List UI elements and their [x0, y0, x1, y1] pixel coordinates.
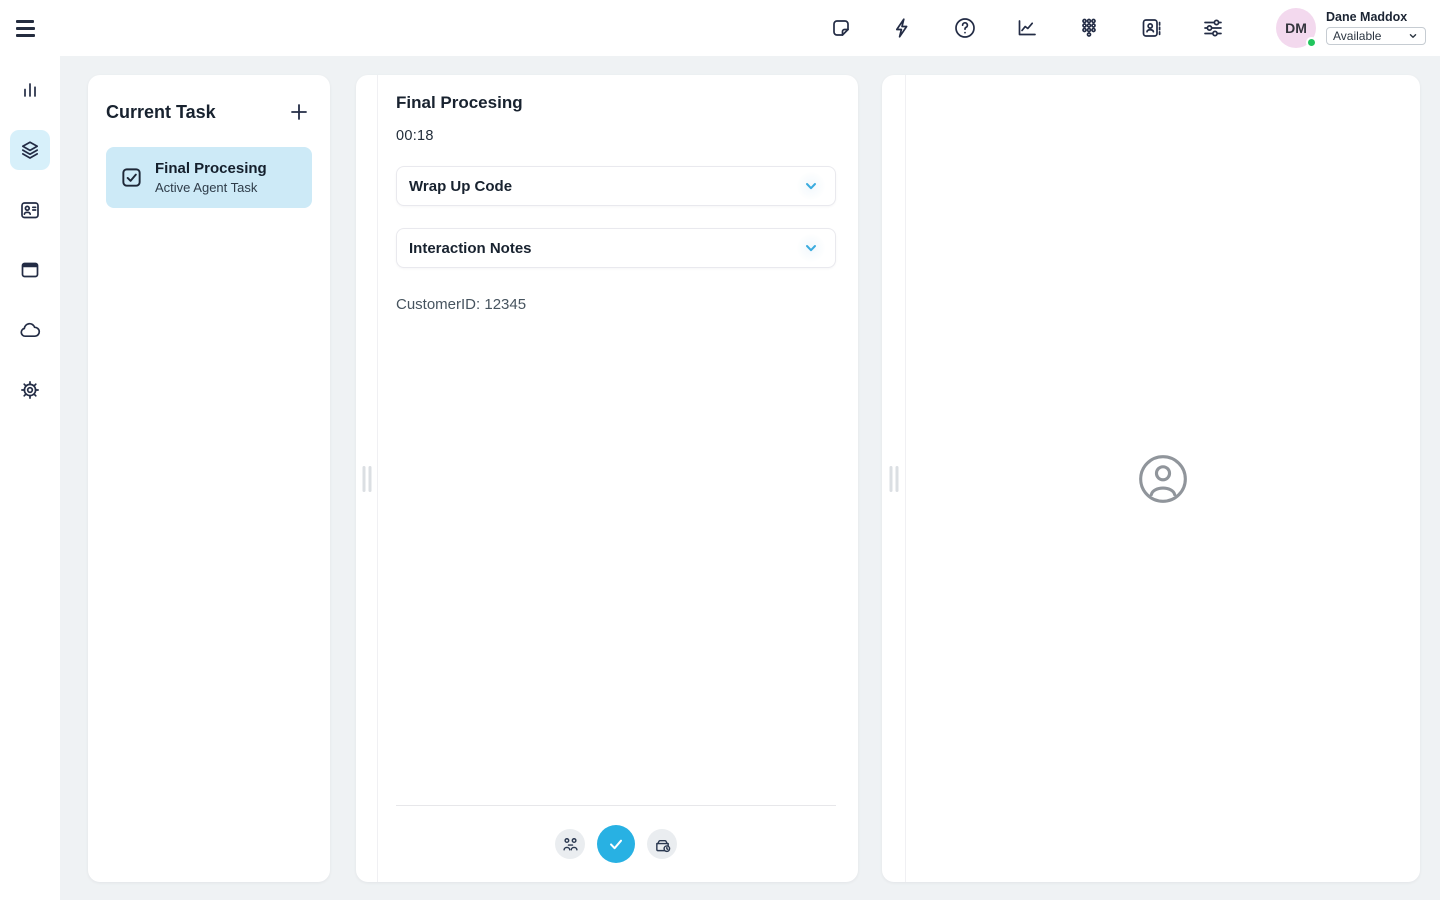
sidebar-item-contacts[interactable] — [10, 190, 50, 230]
layers-icon — [18, 138, 42, 162]
task-item-title: Final Procesing — [155, 160, 267, 177]
dialpad-button[interactable] — [1076, 15, 1102, 41]
contact-card-icon — [18, 198, 42, 222]
wrap-up-code-dropdown[interactable]: Wrap Up Code — [396, 166, 836, 206]
chevron-down-icon — [1407, 30, 1419, 42]
note-button[interactable] — [828, 15, 854, 41]
panel-resize-handle[interactable] — [360, 462, 373, 496]
transfer-people-icon — [562, 836, 579, 853]
sidebar-item-settings[interactable] — [10, 370, 50, 410]
plus-icon — [288, 101, 310, 123]
quick-actions-icon — [891, 16, 915, 40]
cloud-icon — [18, 318, 42, 342]
task-item-subtitle: Active Agent Task — [155, 180, 267, 195]
quick-actions-button[interactable] — [890, 15, 916, 41]
user-circle-icon — [1136, 452, 1190, 506]
status-value: Available — [1333, 29, 1381, 43]
chevron-down-icon[interactable] — [797, 172, 825, 200]
panel-splitter-right — [882, 75, 906, 882]
help-icon — [953, 16, 977, 40]
complete-task-button[interactable] — [597, 825, 635, 863]
dialpad-icon — [1077, 16, 1101, 40]
user-cluster: DM Dane Maddox Available — [1276, 8, 1426, 48]
hamburger-menu-button[interactable] — [16, 11, 50, 45]
preferences-button[interactable] — [1200, 15, 1226, 41]
tasks-panel-title: Current Task — [106, 102, 216, 123]
check-icon — [606, 834, 626, 854]
app-body: Current Task Final Procesing Active Agen… — [0, 56, 1440, 900]
sidebar-item-apps[interactable] — [10, 250, 50, 290]
detail-panel-title: Final Procesing — [396, 93, 836, 113]
bar-chart-icon — [18, 78, 42, 102]
hamburger-icon — [16, 20, 34, 23]
wrap-up-code-label: Wrap Up Code — [409, 178, 512, 195]
status-dot — [1306, 37, 1317, 48]
task-timer: 00:18 — [396, 128, 836, 144]
performance-icon — [1015, 16, 1039, 40]
user-name: Dane Maddox — [1326, 10, 1426, 24]
task-list-item[interactable]: Final Procesing Active Agent Task — [106, 147, 312, 208]
task-actions-footer — [396, 805, 836, 882]
interaction-notes-dropdown[interactable]: Interaction Notes — [396, 228, 836, 268]
transfer-button[interactable] — [555, 829, 585, 859]
panel-splitter-left — [356, 75, 378, 882]
task-detail-panel: Final Procesing 00:18 Wrap Up Code Inter… — [356, 75, 858, 882]
avatar[interactable]: DM — [1276, 8, 1316, 48]
checkbox-checked-icon — [120, 166, 143, 189]
customer-context-panel — [882, 75, 1420, 882]
park-box-icon — [654, 836, 671, 853]
content-area: Current Task Final Procesing Active Agen… — [60, 56, 1440, 900]
left-rail — [0, 56, 60, 900]
contacts-icon — [1139, 16, 1163, 40]
customer-id-field: CustomerID: 12345 — [396, 296, 836, 313]
preferences-icon — [1201, 16, 1225, 40]
current-task-panel: Current Task Final Procesing Active Agen… — [88, 75, 330, 882]
gear-icon — [18, 378, 42, 402]
interaction-notes-label: Interaction Notes — [409, 240, 532, 257]
panel-resize-handle[interactable] — [887, 462, 900, 496]
chevron-down-icon[interactable] — [797, 234, 825, 262]
avatar-initials: DM — [1285, 20, 1307, 36]
sidebar-item-activity[interactable] — [10, 70, 50, 110]
status-dropdown[interactable]: Available — [1326, 27, 1426, 45]
topbar: DM Dane Maddox Available — [0, 0, 1440, 56]
topbar-actions: DM Dane Maddox Available — [828, 8, 1426, 48]
sidebar-item-cloud[interactable] — [10, 310, 50, 350]
window-icon — [18, 258, 42, 282]
performance-button[interactable] — [1014, 15, 1040, 41]
park-task-button[interactable] — [647, 829, 677, 859]
add-task-button[interactable] — [286, 99, 312, 125]
sidebar-item-tasks[interactable] — [10, 130, 50, 170]
help-button[interactable] — [952, 15, 978, 41]
note-icon — [829, 16, 853, 40]
contacts-button[interactable] — [1138, 15, 1164, 41]
